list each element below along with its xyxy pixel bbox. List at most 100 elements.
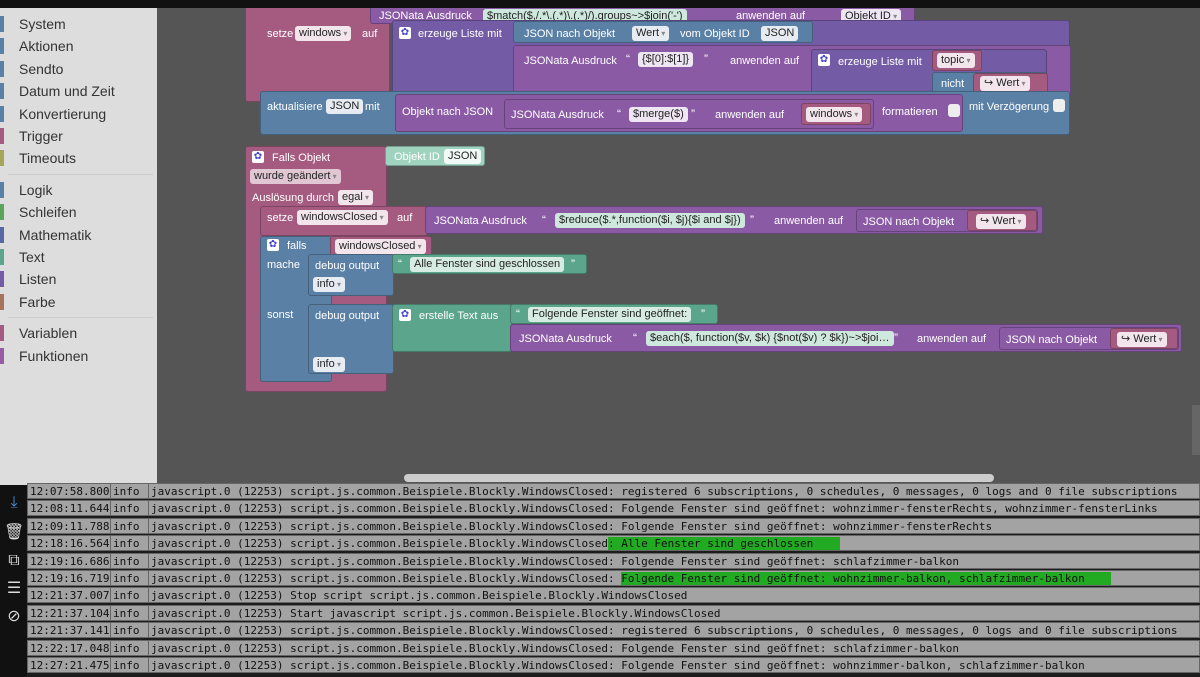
gear-icon[interactable]: ✿ <box>399 309 411 321</box>
expression-field[interactable]: $each($, function($v, $k) {$not($v) ? $k… <box>646 331 894 346</box>
gear-icon[interactable]: ✿ <box>818 54 830 66</box>
jsonata-block[interactable]: JSONata Ausdruck “ $merge($) ” anwenden … <box>504 99 874 129</box>
log-level-dropdown[interactable]: info <box>313 277 345 292</box>
category-aktionen[interactable]: Aktionen <box>0 36 157 56</box>
trash-icon[interactable]: 🗑 <box>4 523 24 543</box>
format-checkbox[interactable] <box>948 104 960 117</box>
object-id-block[interactable]: Objekt ID JSON <box>385 146 485 166</box>
copy-icon[interactable]: ⧉ <box>4 551 24 571</box>
create-list-block[interactable]: ✿ erzeuge Liste mit topic nicht ↪ Wert <box>811 49 1048 95</box>
change-type-dropdown[interactable]: wurde geändert <box>250 169 341 184</box>
category-timeouts[interactable]: Timeouts <box>0 148 157 168</box>
category-variablen[interactable]: Variablen <box>0 323 157 343</box>
category-label: Variablen <box>19 325 78 342</box>
json-to-object-block[interactable]: JSON nach Objekt Wert vom Objekt ID JSON <box>513 21 813 43</box>
category-color <box>0 83 4 100</box>
gear-icon[interactable]: ✿ <box>399 27 411 39</box>
category-logik[interactable]: Logik <box>0 180 157 200</box>
category-label: Listen <box>19 271 57 288</box>
list-icon[interactable]: ☰ <box>4 579 24 599</box>
label: anwenden auf <box>715 109 785 121</box>
gear-icon[interactable]: ✿ <box>267 239 279 251</box>
label: aktualisiere <box>267 101 323 113</box>
create-list-block[interactable]: ✿ erzeuge Liste mit JSON nach Objekt Wer… <box>392 20 1071 98</box>
log-level: info <box>110 535 149 552</box>
jsonata-block[interactable]: JSONata Ausdruck “ {$[0]:$[1]} ” anwende… <box>513 45 1071 97</box>
category-funktionen[interactable]: Funktionen <box>0 346 157 366</box>
variable-dropdown[interactable]: windows <box>806 107 863 122</box>
object-id-field[interactable]: JSON <box>761 26 799 41</box>
value-dropdown[interactable]: ↪ Wert <box>980 76 1030 91</box>
variable-dropdown[interactable]: windowsClosed <box>335 239 426 254</box>
expression-field[interactable]: $merge($) <box>629 107 688 122</box>
category-sendto[interactable]: Sendto <box>0 59 157 79</box>
value-dropdown[interactable]: ↪ Wert <box>976 214 1026 229</box>
log-message: javascript.0 (12253) script.js.common.Be… <box>148 657 1200 673</box>
json-to-object-block[interactable]: JSON nach Objekt ↪ Wert <box>856 209 1038 232</box>
debug-output-block[interactable]: debug output info <box>308 254 394 296</box>
log-message: javascript.0 (12253) script.js.common.Be… <box>148 570 1200 586</box>
text-block[interactable]: “ Alle Fenster sind geschlossen ” <box>392 254 587 274</box>
blockly-workspace[interactable]: JSONata Ausdruck $match($,/.*\.(.*)\.(.*… <box>157 8 1200 485</box>
log-level-dropdown[interactable]: info <box>313 357 345 372</box>
category-mathematik[interactable]: Mathematik <box>0 225 157 245</box>
value-dropdown[interactable]: ↪ Wert <box>1117 332 1167 347</box>
delay-checkbox[interactable] <box>1053 99 1065 112</box>
category-farbe[interactable]: Farbe <box>0 292 157 312</box>
update-json-block[interactable]: aktualisiere JSON mit mit Verzögerung Ob… <box>260 91 1070 135</box>
vertical-scrollbar[interactable] <box>1192 405 1200 455</box>
category-label: Trigger <box>19 128 63 144</box>
category-color <box>0 181 4 198</box>
quote-icon: ” <box>701 307 705 321</box>
log-row: 12:22:17.048 info javascript.0 (12253) scr… <box>27 639 1200 657</box>
trigger-by-dropdown[interactable]: egal <box>338 190 374 205</box>
category-konvertierung[interactable]: Konvertierung <box>0 104 157 124</box>
jsonata-block[interactable]: JSONata Ausdruck “ $reduce($.*,function(… <box>425 206 1043 234</box>
log-time: 12:21:37.007 <box>27 587 111 604</box>
category-schleifen[interactable]: Schleifen <box>0 202 157 222</box>
variable-dropdown[interactable]: windowsClosed <box>297 210 388 225</box>
log-level: info <box>110 604 149 621</box>
text-field[interactable]: Alle Fenster sind geschlossen <box>410 257 565 272</box>
label: JSON nach Objekt <box>1006 334 1098 346</box>
state-field[interactable]: JSON <box>326 99 364 114</box>
debug-output-block[interactable]: debug output info <box>308 304 394 374</box>
label: falls <box>287 240 307 252</box>
value-dropdown[interactable]: Wert <box>632 26 670 41</box>
variable-dropdown[interactable]: windows <box>295 26 352 41</box>
topic-dropdown[interactable]: topic <box>937 53 975 68</box>
set-variable-trunk[interactable] <box>245 8 390 102</box>
expression-field[interactable]: $reduce($.*,function($i, $j){$i and $j}) <box>555 213 745 228</box>
eye-off-icon[interactable]: ⊘ <box>4 607 24 627</box>
set-variable-block[interactable]: setze windowsClosed auf <box>260 206 428 236</box>
label: JSONata Ausdruck <box>511 109 604 121</box>
horizontal-scrollbar[interactable] <box>404 474 994 482</box>
divider <box>8 173 153 175</box>
category-trigger[interactable]: Trigger <box>0 126 157 146</box>
category-label: Konvertierung <box>19 105 107 122</box>
category-text[interactable]: Text <box>0 247 157 267</box>
text-block[interactable]: “ Folgende Fenster sind geöffnet: ” <box>510 304 718 324</box>
quote-icon: ” <box>691 107 695 121</box>
log-row: 12:18:16.564 info javascript.0 (12253) scr… <box>27 535 1200 552</box>
category-listen[interactable]: Listen <box>0 269 157 289</box>
object-id-field[interactable]: JSON <box>444 149 482 164</box>
expression-field[interactable]: {$[0]:$[1]} <box>638 52 694 67</box>
label: debug output <box>315 260 380 272</box>
log-row: 12:07:58.800 info javascript.0 (12253) scr… <box>27 483 1200 500</box>
jsonata-block[interactable]: JSONata Ausdruck “ $each($, function($v,… <box>510 324 1182 352</box>
log-message-text: javascript.0 (12253) script.js.common.Be… <box>151 572 622 585</box>
log-panel: ⤓ 🗑 ⧉ ☰ ⊘ 12:07:58.800 info javascript.0 (… <box>0 483 1200 677</box>
json-to-object-block[interactable]: JSON nach Objekt ↪ Wert <box>999 327 1179 350</box>
log-message-text: javascript.0 (12253) script.js.common.Be… <box>151 659 1085 672</box>
scroll-down-icon[interactable]: ⤓ <box>4 493 24 513</box>
category-datum-und-zeit[interactable]: Datum und Zeit <box>0 81 157 101</box>
category-label: Aktionen <box>19 38 74 55</box>
toolbox-sidebar: System Aktionen Sendto Datum und Zeit Konver… <box>0 8 157 485</box>
object-to-json-block[interactable]: Objekt nach JSON formatieren JSONata Aus… <box>395 94 963 132</box>
text-field[interactable]: Folgende Fenster sind geöffnet: <box>528 307 692 322</box>
category-system[interactable]: System <box>0 14 157 34</box>
gear-icon[interactable]: ✿ <box>252 151 264 163</box>
create-text-block[interactable]: ✿ erstelle Text aus <box>392 304 512 352</box>
log-message: javascript.0 (12253) script.js.common.Be… <box>148 483 1200 499</box>
